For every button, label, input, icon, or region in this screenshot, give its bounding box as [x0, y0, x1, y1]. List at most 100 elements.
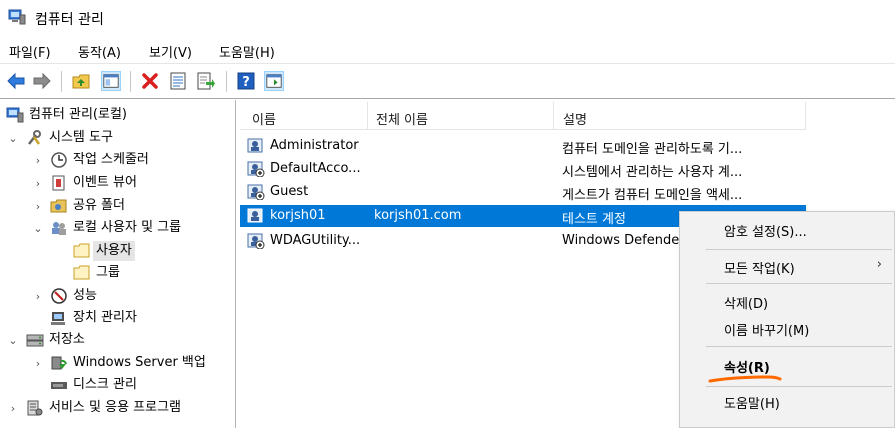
user-fullname-cell: korjsh01.com — [374, 208, 462, 223]
window-title: 컴퓨터 관리 — [35, 12, 104, 28]
performance-icon — [51, 288, 67, 304]
tree-label: 디스크 관리 — [73, 377, 137, 392]
disabled-user-icon — [247, 161, 265, 177]
user-icon — [247, 138, 263, 153]
menu-bar: 파일(F) 동작(A) 보기(V) 도움말(H) — [0, 36, 895, 64]
menu-separator — [706, 346, 892, 347]
title-bar: 컴퓨터 관리 — [0, 0, 895, 36]
tree-label: 저장소 — [49, 332, 85, 347]
menu-separator — [706, 386, 892, 387]
system-tools-icon — [28, 130, 41, 145]
chevron-right-icon[interactable]: › — [31, 176, 45, 190]
services-apps-icon — [27, 400, 43, 416]
disabled-user-icon — [247, 233, 265, 249]
menu-item-set-password[interactable]: 암호 설정(S)... — [724, 221, 807, 240]
table-row[interactable]: DefaultAcco... 시스템에서 관리하는 사용자 계... — [240, 158, 806, 180]
tree-label: 서비스 및 응용 프로그램 — [49, 400, 181, 415]
tree-node-device-manager[interactable]: 장치 관리자 — [50, 307, 137, 329]
tree-node-performance[interactable]: › 성능 — [31, 285, 97, 307]
tree-label: 시스템 도구 — [49, 130, 113, 145]
user-name-cell: korjsh01 — [270, 208, 326, 223]
menu-item-help[interactable]: 도움말(H) — [724, 393, 780, 412]
user-description-cell: 게스트가 컴퓨터 도메인을 액세... — [562, 188, 743, 203]
context-menu: 암호 설정(S)... 모든 작업(K) › 삭제(D) 이름 바꾸기(M) 속… — [679, 211, 895, 428]
chevron-right-icon[interactable]: › — [31, 356, 45, 370]
help-icon[interactable]: ? — [236, 71, 256, 91]
tree-label: 공유 폴더 — [73, 198, 125, 213]
tree-label: 작업 스케줄러 — [73, 152, 149, 167]
submenu-arrow-icon: › — [876, 257, 882, 272]
show-tree-icon[interactable] — [101, 71, 121, 91]
user-name-cell: Guest — [270, 184, 309, 199]
menu-separator — [706, 283, 892, 284]
chevron-right-icon[interactable]: › — [31, 199, 45, 213]
tree-node-users[interactable]: 사용자 — [73, 240, 135, 262]
tree-label: 이벤트 뷰어 — [73, 175, 137, 190]
table-row[interactable]: Administrator 컴퓨터 도메인을 관리하도록 기... — [240, 135, 806, 157]
toolbar: ? — [0, 64, 895, 99]
delete-icon[interactable] — [140, 71, 160, 91]
tree-label: 성능 — [73, 288, 97, 303]
tree-label: 그룹 — [96, 265, 120, 280]
disabled-user-icon — [247, 184, 265, 200]
tree-node-system-tools[interactable]: ⌄ 시스템 도구 — [6, 127, 113, 149]
toolbar-separator — [226, 71, 227, 92]
show-action-pane-icon[interactable] — [264, 71, 284, 91]
disk-management-icon — [51, 382, 67, 389]
console-tree: 컴퓨터 관리(로컬) ⌄ 시스템 도구 › 작업 스케줄러 › 이벤트 뷰어 ›… — [0, 100, 236, 428]
chevron-down-icon[interactable]: ⌄ — [31, 221, 45, 235]
tree-label: 장치 관리자 — [73, 310, 137, 325]
forward-icon[interactable] — [32, 71, 52, 91]
tree-node-event-viewer[interactable]: › 이벤트 뷰어 — [31, 172, 137, 194]
export-icon[interactable] — [196, 71, 216, 91]
task-scheduler-icon — [51, 152, 67, 168]
table-row[interactable]: Guest 게스트가 컴퓨터 도메인을 액세... — [240, 181, 806, 203]
user-name-cell: Administrator — [270, 138, 359, 153]
tree-node-windows-server-backup[interactable]: › Windows Server 백업 — [31, 352, 206, 374]
menu-item-delete[interactable]: 삭제(D) — [724, 293, 768, 312]
back-icon[interactable] — [6, 71, 26, 91]
menu-separator — [706, 249, 892, 250]
tree-node-groups[interactable]: 그룹 — [73, 262, 120, 284]
computer-management-icon — [8, 9, 26, 25]
chevron-down-icon[interactable]: ⌄ — [6, 131, 20, 145]
column-name-header[interactable]: 이름 — [252, 109, 276, 128]
up-folder-icon[interactable] — [71, 71, 91, 91]
menu-file[interactable]: 파일(F) — [9, 42, 51, 61]
menu-item-rename[interactable]: 이름 바꾸기(M) — [724, 320, 809, 339]
computer-management-icon — [6, 107, 24, 123]
tree-label: 로컬 사용자 및 그룹 — [73, 220, 182, 235]
tree-node-local-users-groups[interactable]: ⌄ 로컬 사용자 및 그룹 — [31, 217, 181, 239]
tree-node-shared-folders[interactable]: › 공유 폴더 — [31, 195, 125, 217]
column-header: 이름 전체 이름 설명 — [240, 100, 806, 130]
toolbar-separator — [61, 71, 62, 92]
folder-icon — [73, 265, 90, 280]
column-description-header[interactable]: 설명 — [563, 109, 587, 128]
menu-help[interactable]: 도움말(H) — [219, 42, 275, 61]
tree-node-computer-management[interactable]: 컴퓨터 관리(로컬) — [6, 104, 127, 126]
tree-node-task-scheduler[interactable]: › 작업 스케줄러 — [31, 149, 149, 171]
tree-node-storage[interactable]: ⌄ 저장소 — [6, 329, 85, 351]
chevron-down-icon[interactable]: ⌄ — [6, 333, 20, 347]
column-resize-handle[interactable] — [553, 102, 554, 129]
user-icon — [247, 208, 263, 223]
column-fullname-header[interactable]: 전체 이름 — [376, 109, 428, 128]
user-description-cell: 시스템에서 관리하는 사용자 계... — [562, 165, 743, 180]
menu-view[interactable]: 보기(V) — [149, 42, 192, 61]
toolbar-separator — [130, 71, 131, 92]
storage-icon — [26, 334, 44, 347]
event-viewer-icon — [52, 175, 65, 191]
tree-node-disk-management[interactable]: 디스크 관리 — [50, 374, 137, 396]
device-manager-icon — [51, 312, 65, 325]
chevron-right-icon[interactable]: › — [31, 153, 45, 167]
column-resize-handle[interactable] — [367, 102, 368, 129]
chevron-right-icon[interactable]: › — [6, 401, 20, 415]
tree-node-services-apps[interactable]: › 서비스 및 응용 프로그램 — [6, 397, 181, 419]
tree-label: 사용자 — [93, 241, 135, 261]
menu-item-all-tasks[interactable]: 모든 작업(K) — [724, 258, 795, 277]
chevron-right-icon[interactable]: › — [31, 289, 45, 303]
column-resize-handle[interactable] — [805, 102, 806, 129]
properties-icon[interactable] — [168, 71, 188, 91]
user-name-cell: DefaultAcco... — [270, 161, 361, 176]
menu-action[interactable]: 동작(A) — [78, 42, 121, 61]
